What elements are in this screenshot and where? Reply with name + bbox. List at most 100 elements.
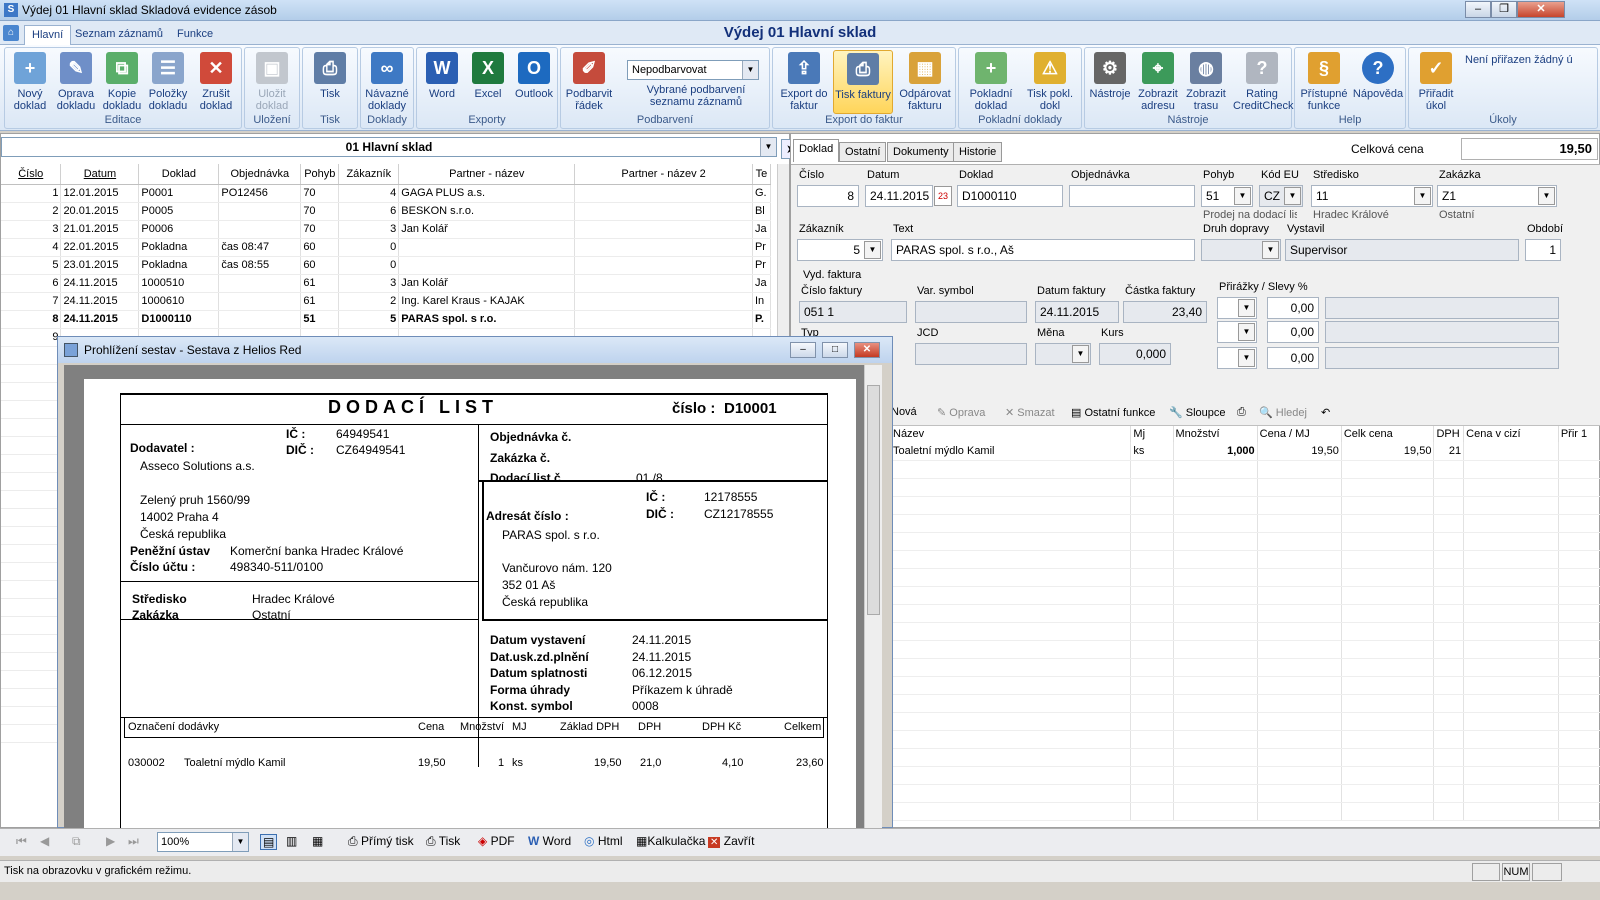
field-cislo-faktury[interactable]: 051 1 [799,301,907,323]
print-items-icon[interactable]: ⎙ [1237,406,1246,419]
coloring-select[interactable]: Nepodbarvovat ▼ [627,60,759,80]
copy-document-button[interactable]: ⧉ Kopie dokladu [99,50,145,114]
field-druh-dopravy[interactable]: ▼ [1201,239,1281,261]
field-doklad[interactable]: D1000110 [957,185,1063,207]
report-maximize-button[interactable]: □ [822,342,848,358]
surcharge-note-2[interactable] [1325,321,1559,343]
surcharge-type-1[interactable]: ▼ [1217,297,1257,319]
tab-ostatni[interactable]: Ostatní [839,142,887,162]
item-column-header[interactable]: Mj [1130,426,1174,442]
column-header[interactable]: Te [752,164,772,185]
field-datum-faktury[interactable]: 24.11.2015 [1035,301,1119,323]
two-page-view-icon[interactable]: ▥ [286,834,297,848]
export-invoice-button[interactable]: ⇪ Export do faktur [775,50,833,114]
surcharge-value-3[interactable]: 0,00 [1267,347,1319,369]
column-header[interactable]: Datum [60,164,140,185]
other-functions-button[interactable]: ▤ Ostatní funkce [1071,406,1155,419]
item-column-header[interactable]: Přir 1 [1558,426,1600,442]
report-close-button[interactable]: ✕ [854,342,880,358]
calculator-button[interactable]: ▦Kalkulačka [636,834,705,848]
item-row[interactable]: Toaletní mýdlo Kamil ks 1,000 19,50 19,50 21 [891,442,1600,461]
zoom-select[interactable]: 100% ▼ [157,832,249,852]
print-cash-document-button[interactable]: ⚠ Tisk pokl. dokl [1021,50,1079,114]
table-row[interactable]: 4 22.01.2015 Pokladna čas 08:47 60 0 Pr [1,238,772,257]
field-mena[interactable]: ▼ [1035,343,1091,365]
column-header[interactable]: Partner - název [398,164,576,185]
edit-document-button[interactable]: ✎ Oprava dokladu [53,50,99,114]
minimize-button[interactable]: – [1465,1,1491,18]
column-header[interactable]: Číslo [1,164,62,185]
field-castka-faktury[interactable]: 23,40 [1123,301,1207,323]
table-row[interactable]: 3 21.01.2015 P0006 70 3 Jan Kolář Ja [1,220,772,239]
table-row[interactable]: 1 12.01.2015 P0001 PO12456 70 4 GAGA PLUS a.s.… [1,184,772,203]
pages-icon[interactable]: ⧉ [72,834,81,849]
column-header[interactable]: Objednávka [218,164,302,185]
tab-doklad[interactable]: Doklad [793,139,840,162]
surcharge-note-1[interactable] [1325,297,1559,319]
field-pohyb[interactable]: 51 ▼ [1201,185,1253,207]
report-vertical-scrollbar[interactable] [864,365,882,829]
table-row[interactable]: 8 24.11.2015 D1000110 51 5 PARAS spol. s r.o.… [1,310,772,329]
tab-hlavni[interactable]: Hlavní [24,25,72,45]
columns-button[interactable]: 🔧 Sloupce [1169,406,1226,419]
html-button[interactable]: ◎ Html [584,834,623,848]
print-button-bottom[interactable]: ⎙ Tisk [426,834,460,849]
field-kurs[interactable]: 0,000 [1099,343,1171,365]
multi-page-view-icon[interactable]: ▦ [312,834,323,848]
item-column-header[interactable]: Celk cena [1341,426,1435,442]
direct-print-button[interactable]: ⎙ Přímý tisk [348,834,414,849]
tools-button[interactable]: ⚙ Nástroje [1087,50,1133,114]
print-invoice-button[interactable]: ⎙ Tisk faktury [833,50,893,114]
field-kod-eu[interactable]: CZ ▼ [1259,185,1303,207]
restore-button[interactable]: ❐ [1491,1,1517,18]
export-excel-button[interactable]: X Excel [465,50,511,114]
linked-documents-button[interactable]: ∞ Návazné doklady [364,50,410,114]
cancel-document-button[interactable]: ✕ Zrušit doklad [193,50,239,114]
cash-document-button[interactable]: + Pokladní doklad [963,50,1019,114]
undo-icon[interactable]: ↶ [1321,406,1330,419]
tab-funkce[interactable]: Funkce [170,25,220,45]
first-page-icon[interactable]: ⏮ [16,834,27,849]
field-datum[interactable]: 24.11.2015 [865,185,933,207]
field-jcd[interactable] [915,343,1027,365]
close-button[interactable]: ✕ [1517,1,1565,18]
item-column-header[interactable]: DPH [1433,426,1465,442]
field-cislo[interactable]: 8 [797,185,859,207]
table-row[interactable]: 5 23.01.2015 Pokladna čas 08:55 60 0 Pr [1,256,772,275]
surcharge-value-2[interactable]: 0,00 [1267,321,1319,343]
tab-dokumenty[interactable]: Dokumenty [887,142,955,162]
prev-page-icon[interactable]: ◀ [40,834,49,848]
surcharge-type-3[interactable]: ▼ [1217,347,1257,369]
field-var-symbol[interactable] [915,301,1027,323]
delete-item-button[interactable]: ✕ Smazat [1005,406,1055,419]
surcharge-value-1[interactable]: 0,00 [1267,297,1319,319]
new-item-button[interactable]: Nová [891,406,917,418]
field-zakaznik[interactable]: 5 ▼ [797,239,883,261]
document-items-button[interactable]: ☰ Položky dokladu [145,50,191,114]
help-button[interactable]: ? Nápověda [1351,50,1405,114]
warehouse-select[interactable]: 01 Hlavní sklad ▼ [1,137,777,157]
field-text[interactable]: PARAS spol. s r.o., Aš [891,239,1195,261]
single-page-view-icon[interactable]: ▤ [260,834,278,850]
surcharge-type-2[interactable]: ▼ [1217,321,1257,343]
print-button[interactable]: ⎙ Tisk [307,50,353,114]
save-document-button[interactable]: ▣ Uložit doklad [249,50,295,114]
new-document-button[interactable]: + Nový doklad [7,50,53,114]
column-header[interactable]: Pohyb [300,164,340,185]
rating-creditcheck-button[interactable]: ? Rating CreditCheck [1233,50,1294,114]
column-header[interactable]: Partner - název 2 [574,164,753,185]
edit-item-button[interactable]: ✎ Oprava [937,406,985,419]
tab-seznam-zaznamu[interactable]: Seznam záznamů [68,25,170,45]
calendar-icon[interactable]: 23 [934,186,952,206]
item-column-header[interactable]: Cena v cizí [1463,426,1559,442]
surcharge-note-3[interactable] [1325,347,1559,369]
field-zakazka[interactable]: Z1 ▼ [1437,185,1557,207]
table-row[interactable]: 2 20.01.2015 P0005 70 6 BESKON s.r.o. Bl [1,202,772,221]
last-page-icon[interactable]: ⏭ [128,834,139,849]
column-header[interactable]: Doklad [138,164,220,185]
unpair-invoice-button[interactable]: ▦ Odpárovat fakturu [895,50,955,114]
scroll-thumb[interactable] [867,385,880,615]
assign-task-button[interactable]: ✓ Přiřadit úkol [1411,50,1461,114]
field-vystavil[interactable]: Supervisor [1285,239,1519,261]
item-column-header[interactable]: Cena / MJ [1257,426,1342,442]
